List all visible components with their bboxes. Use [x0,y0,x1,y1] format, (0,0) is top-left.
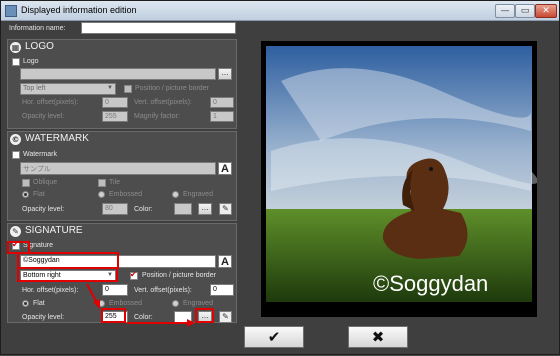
dialog-window: Displayed information edition — ▭ ✕ Info… [0,0,560,355]
arrow-right-to-color [127,319,195,327]
image-preview: ©Soggydan [261,41,538,317]
cancel-button[interactable]: ✖ [348,326,408,348]
preview-signature-text: ©Soggydan [373,271,489,296]
arrow-down-to-opacity [86,283,100,309]
ok-button[interactable]: ✔ [244,326,304,348]
